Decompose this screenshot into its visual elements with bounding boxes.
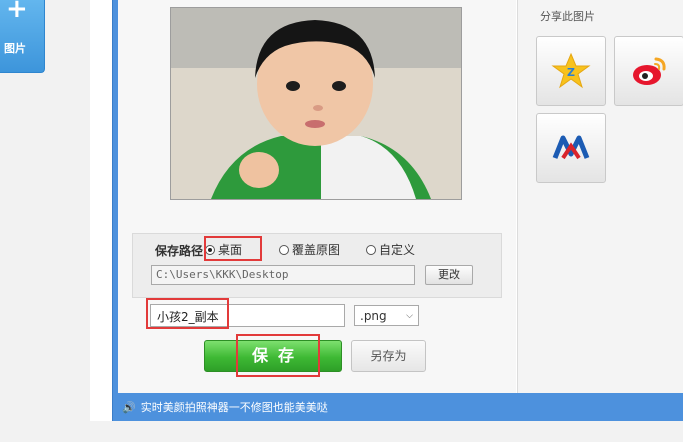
- chevron-down-icon: ⌵: [406, 310, 413, 321]
- share-title: 分享此图片: [540, 10, 595, 23]
- save-main-panel: 保存路径 桌面 覆盖原图 自定义 C:\Users\KKK\Desktop 更改…: [118, 0, 516, 393]
- change-path-button[interactable]: 更改: [425, 265, 473, 285]
- share-renren-button[interactable]: [536, 113, 606, 183]
- speaker-icon: 🔊: [122, 400, 136, 414]
- radio-overwrite-original[interactable]: 覆盖原图: [279, 241, 340, 258]
- plus-icon: +: [6, 0, 28, 24]
- share-panel: 分享此图片 Z: [517, 0, 683, 393]
- save-path-panel: 保存路径 桌面 覆盖原图 自定义 C:\Users\KKK\Desktop 更改: [132, 233, 502, 298]
- format-value: .png: [360, 308, 387, 323]
- save-path-field[interactable]: C:\Users\KKK\Desktop: [151, 265, 415, 285]
- dialog-body: 保存路径 桌面 覆盖原图 自定义 C:\Users\KKK\Desktop 更改…: [118, 0, 683, 393]
- status-bar: 🔊 实时美颜拍照神器一不修图也能美美哒: [118, 395, 683, 419]
- highlight-box: [204, 236, 262, 261]
- add-image-button[interactable]: + 图片: [0, 0, 45, 73]
- save-as-button[interactable]: 另存为: [351, 340, 426, 372]
- radio-unselected-icon: [366, 244, 376, 255]
- format-select[interactable]: .png ⌵: [354, 305, 419, 326]
- status-text[interactable]: 实时美颜拍照神器一不修图也能美美哒: [141, 399, 328, 415]
- child-photo-illustration: [171, 8, 461, 199]
- share-qzone-button[interactable]: Z: [536, 36, 606, 106]
- highlight-box: [146, 298, 229, 329]
- left-panel: + 图片: [0, 0, 90, 442]
- svg-text:Z: Z: [567, 66, 575, 79]
- radio-unselected-icon: [279, 244, 289, 255]
- share-weibo-button[interactable]: [614, 36, 683, 106]
- qzone-icon: Z: [551, 52, 591, 89]
- highlight-box: [236, 334, 320, 377]
- preview-image: [170, 7, 462, 200]
- weibo-icon: [633, 57, 666, 85]
- radio-custom[interactable]: 自定义: [366, 241, 415, 258]
- radio-custom-label: 自定义: [379, 243, 416, 257]
- radio-overwrite-label: 覆盖原图: [292, 243, 341, 257]
- save-dialog: 保存路径 桌面 覆盖原图 自定义 C:\Users\KKK\Desktop 更改…: [112, 0, 683, 421]
- renren-icon: [552, 135, 590, 160]
- bottom-strip: [0, 421, 683, 442]
- add-image-label: 图片: [4, 42, 26, 55]
- save-path-label: 保存路径: [155, 244, 204, 258]
